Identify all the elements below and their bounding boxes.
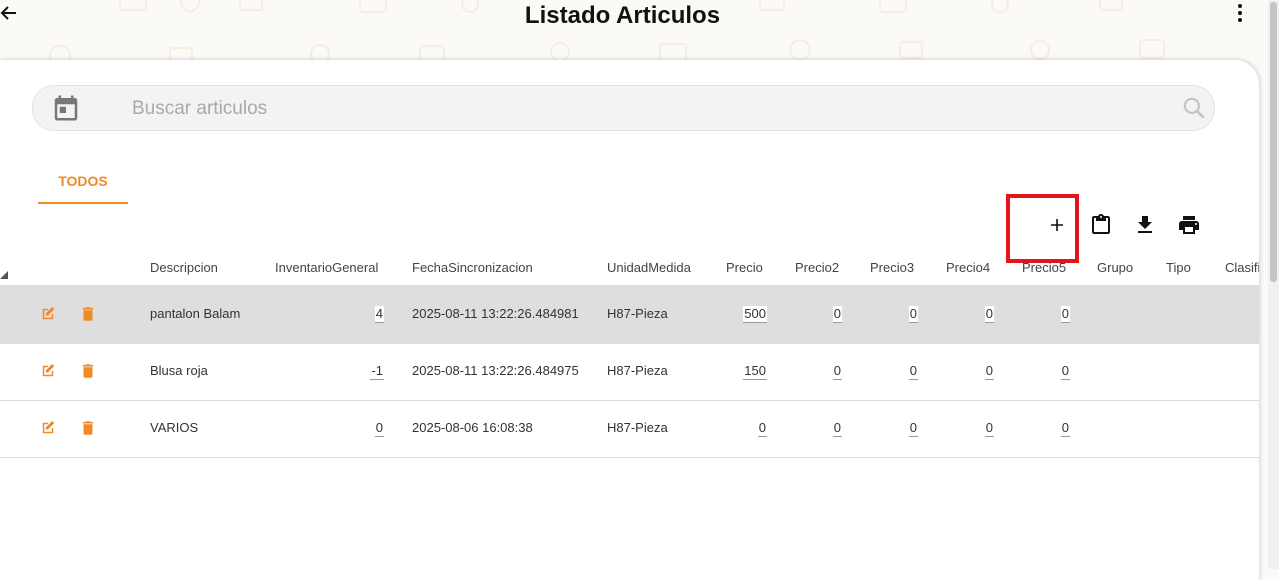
cell-precio4[interactable]: 0 [984,420,994,437]
col-header-grupo[interactable]: Grupo [1097,260,1133,275]
cell-inventario-wrap: 0 [300,420,384,437]
page-title: Listado Articulos [524,2,721,29]
cell-precio4[interactable]: 0 [984,306,994,323]
cell-precio5-wrap: 0 [1008,420,1070,437]
cell-precio5[interactable]: 0 [1060,363,1070,380]
cell-precio5-wrap: 0 [1008,363,1070,380]
cell-precio[interactable]: 0 [757,420,767,437]
add-button-highlight [1006,194,1079,263]
cell-precio-wrap: 0 [700,420,767,437]
col-header-precio2[interactable]: Precio2 [795,260,839,275]
col-header-unidad[interactable]: UnidadMedida [607,260,691,275]
cell-fecha: 2025-08-06 16:08:38 [412,420,533,435]
cell-precio3-wrap: 0 [856,306,918,323]
edit-icon[interactable] [39,419,57,437]
cell-precio4-wrap: 0 [932,363,994,380]
col-header-descripcion[interactable]: Descripcion [150,260,218,275]
print-icon [1179,216,1199,234]
col-header-precio4[interactable]: Precio4 [946,260,990,275]
print-button[interactable] [1177,213,1201,237]
cell-precio2[interactable]: 0 [832,363,842,380]
col-header-precio[interactable]: Precio [726,260,763,275]
cell-precio4-wrap: 0 [932,420,994,437]
cell-precio2-wrap: 0 [780,363,842,380]
cell-precio4[interactable]: 0 [984,363,994,380]
cell-precio5[interactable]: 0 [1060,306,1070,323]
cell-inventario[interactable]: 4 [374,306,384,323]
cell-precio2[interactable]: 0 [832,420,842,437]
col-header-fecha[interactable]: FechaSincronizacion [412,260,533,275]
cell-precio5[interactable]: 0 [1060,420,1070,437]
cell-precio3[interactable]: 0 [908,363,918,380]
table-row[interactable]: pantalon Balam 4 2025-08-11 13:22:26.484… [0,286,1259,344]
cell-unidad: H87-Pieza [607,420,668,435]
delete-icon[interactable] [79,362,97,380]
edit-icon[interactable] [39,305,57,323]
delete-icon[interactable] [79,305,97,323]
cell-unidad: H87-Pieza [607,363,668,378]
col-header-precio3[interactable]: Precio3 [870,260,914,275]
cell-fecha: 2025-08-11 13:22:26.484981 [412,306,579,321]
cell-fecha: 2025-08-11 13:22:26.484975 [412,363,579,378]
calendar-icon[interactable] [51,93,81,123]
cell-precio2[interactable]: 0 [832,306,842,323]
cell-precio4-wrap: 0 [932,306,994,323]
delete-icon[interactable] [79,419,97,437]
cell-inventario-wrap: 4 [300,306,384,323]
col-header-precio5[interactable]: Precio5 [1022,260,1066,275]
col-header-clasificacion[interactable]: Clasifi [1225,260,1259,275]
table-row[interactable]: VARIOS 0 2025-08-06 16:08:38 H87-Pieza 0… [0,400,1259,458]
search-icon[interactable] [1181,95,1207,121]
search-bar [32,85,1215,131]
col-header-tipo[interactable]: Tipo [1166,260,1191,275]
cell-inventario-wrap: -1 [300,363,384,380]
clipboard-icon [1092,214,1110,234]
clipboard-button[interactable] [1089,213,1113,237]
cell-precio3[interactable]: 0 [908,306,918,323]
table-row[interactable]: Blusa roja -1 2025-08-11 13:22:26.484975… [0,343,1259,401]
col-header-inventario[interactable]: InventarioGeneral [275,260,378,275]
cell-precio[interactable]: 150 [743,363,767,380]
cell-precio5-wrap: 0 [1008,306,1070,323]
search-input[interactable] [130,94,1134,124]
download-icon [1138,216,1152,233]
cell-precio-wrap: 500 [700,306,767,323]
cell-precio-wrap: 150 [700,363,767,380]
cell-inventario[interactable]: 0 [374,420,384,437]
vertical-scrollbar[interactable] [1268,0,1279,569]
cell-descripcion: Blusa roja [150,363,208,378]
more-options-icon[interactable] [1232,3,1248,23]
cell-inventario[interactable]: -1 [370,363,384,380]
cell-precio[interactable]: 500 [743,306,767,323]
download-button[interactable] [1133,213,1157,237]
cell-precio2-wrap: 0 [780,306,842,323]
scrollbar-thumb[interactable] [1270,2,1277,282]
cell-precio3[interactable]: 0 [908,420,918,437]
cell-descripcion: VARIOS [150,420,199,435]
cell-descripcion: pantalon Balam [150,306,241,321]
cell-unidad: H87-Pieza [607,306,668,321]
cell-precio2-wrap: 0 [780,420,842,437]
sort-indicator-icon[interactable] [0,271,8,279]
edit-icon[interactable] [39,362,57,380]
cell-precio3-wrap: 0 [856,363,918,380]
tab-todos[interactable]: TODOS [38,164,128,204]
cell-precio3-wrap: 0 [856,420,918,437]
